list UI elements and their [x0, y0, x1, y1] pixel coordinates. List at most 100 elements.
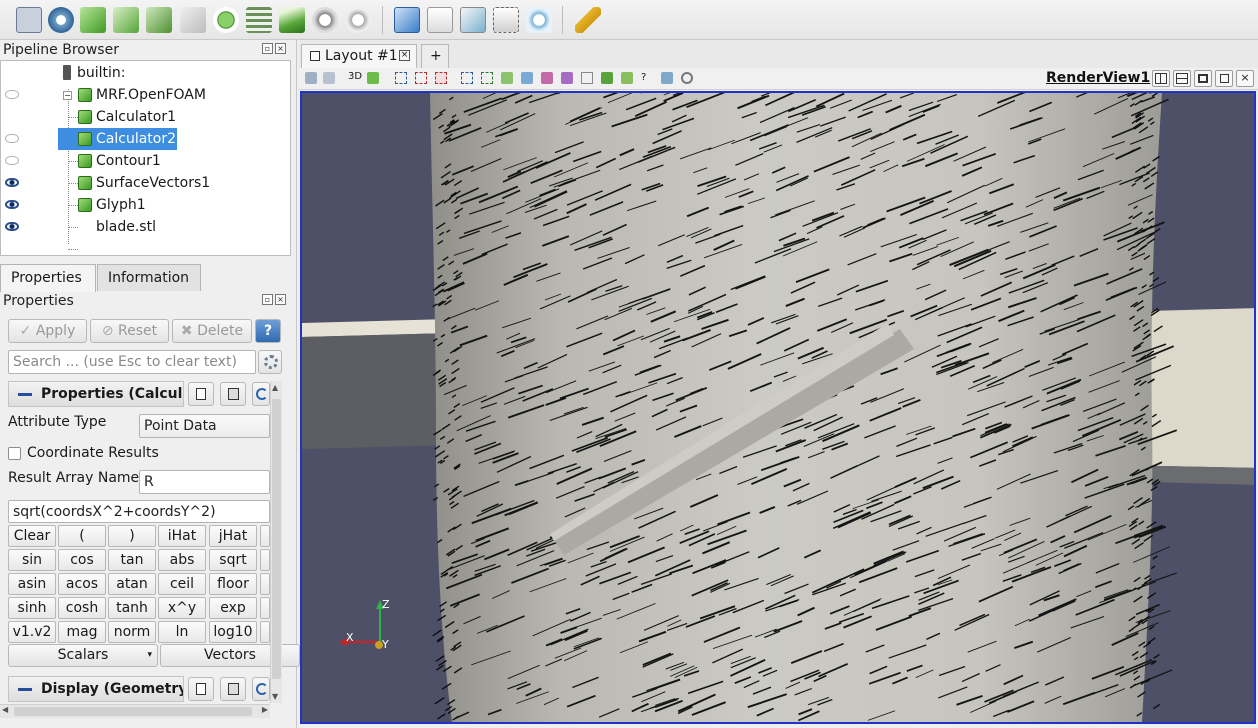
visibility-off-icon[interactable]: [5, 90, 19, 99]
render-view[interactable]: Z X Y: [300, 91, 1256, 724]
scroll-down-icon[interactable]: ▼: [272, 692, 278, 701]
scroll-thumb[interactable]: [272, 399, 281, 679]
paste-icon[interactable]: [220, 677, 246, 701]
tab-information[interactable]: Information: [97, 264, 201, 291]
restore-icon[interactable]: [1215, 70, 1233, 87]
keypad-button[interactable]: [260, 573, 270, 595]
select-cells-on-icon[interactable]: [395, 72, 407, 84]
keypad-button[interactable]: atan: [108, 573, 156, 595]
scalars-dropdown[interactable]: Scalars ▾: [8, 644, 158, 667]
keypad-button[interactable]: (: [58, 525, 106, 547]
keypad-button[interactable]: v1.v2: [8, 621, 56, 643]
display-section-header[interactable]: Display (Geometry: [8, 676, 184, 702]
render-view-label[interactable]: RenderView1: [1046, 70, 1150, 86]
result-array-input[interactable]: R: [139, 470, 270, 494]
keypad-button[interactable]: ): [108, 525, 156, 547]
copy-icon[interactable]: [188, 677, 214, 701]
slice-icon[interactable]: [113, 7, 139, 33]
select-block-icon[interactable]: [461, 72, 473, 84]
properties-vertical-scrollbar[interactable]: ▲ ▼: [270, 381, 282, 703]
refresh-icon[interactable]: [252, 677, 270, 701]
copy-icon[interactable]: [188, 382, 214, 406]
keypad-button[interactable]: mag: [58, 621, 106, 643]
keypad-button[interactable]: iHat: [158, 525, 206, 547]
zoom-to-data-icon[interactable]: [323, 72, 335, 84]
maximize-icon[interactable]: [1194, 70, 1212, 87]
properties-horizontal-scrollbar[interactable]: ◀ ▶: [0, 704, 270, 718]
keypad-button[interactable]: cosh: [58, 597, 106, 619]
keypad-button[interactable]: [260, 621, 270, 643]
search-input[interactable]: Search ... (use Esc to clear text): [8, 350, 256, 374]
float-icon[interactable]: ▫: [262, 43, 273, 54]
gear-icon[interactable]: [258, 350, 282, 374]
delete-button[interactable]: ✖ Delete: [172, 319, 252, 343]
find-data-icon[interactable]: [661, 72, 673, 84]
extract-subset-icon[interactable]: [180, 7, 206, 33]
probe-icon[interactable]: [493, 7, 519, 33]
histogram-icon[interactable]: [427, 7, 453, 33]
keypad-button[interactable]: sqrt: [209, 549, 257, 571]
visibility-off-icon[interactable]: [5, 134, 19, 143]
pipeline-item-mrf-openfoam[interactable]: − MRF.OpenFOAM: [1, 84, 290, 106]
paste-icon[interactable]: [220, 382, 246, 406]
keypad-button[interactable]: exp: [209, 597, 257, 619]
select-points-through-icon[interactable]: [601, 72, 613, 84]
keypad-button[interactable]: tanh: [108, 597, 156, 619]
visibility-off-icon[interactable]: [5, 156, 19, 165]
keypad-button[interactable]: abs: [158, 549, 206, 571]
contour-icon[interactable]: [48, 7, 74, 33]
keypad-button[interactable]: tan: [108, 549, 156, 571]
reset-button[interactable]: ⊘ Reset: [90, 319, 169, 343]
visibility-on-icon[interactable]: [5, 200, 19, 209]
hover-points-icon[interactable]: [501, 72, 513, 84]
visibility-on-icon[interactable]: [5, 222, 19, 231]
keypad-button[interactable]: norm: [108, 621, 156, 643]
group-datasets-icon[interactable]: [312, 7, 338, 33]
collapse-icon[interactable]: −: [63, 91, 72, 100]
close-icon[interactable]: ×: [275, 43, 286, 54]
keypad-button[interactable]: ln: [158, 621, 206, 643]
refresh-icon[interactable]: [252, 382, 270, 406]
keypad-button[interactable]: sin: [8, 549, 56, 571]
clip-icon[interactable]: [80, 7, 106, 33]
pipeline-item-glyph1[interactable]: Glyph1: [1, 194, 290, 216]
glyph-icon[interactable]: [213, 7, 239, 33]
plot-over-line-icon[interactable]: [460, 7, 486, 33]
split-vertical-icon[interactable]: [1173, 70, 1191, 87]
scroll-up-icon[interactable]: ▲: [272, 383, 278, 392]
keypad-button[interactable]: sinh: [8, 597, 56, 619]
render-scene[interactable]: Z X Y: [302, 93, 1254, 722]
scroll-right-icon[interactable]: ▶: [262, 705, 268, 714]
attribute-type-select[interactable]: Point Data: [139, 414, 270, 438]
pipeline-item-surfacevectors1[interactable]: SurfaceVectors1: [1, 172, 290, 194]
shrink-selection-icon[interactable]: [561, 72, 573, 84]
add-layout-button[interactable]: +: [421, 44, 449, 68]
keypad-button[interactable]: x^y: [158, 597, 206, 619]
camera-icon[interactable]: [367, 72, 379, 84]
help-button[interactable]: ?: [255, 319, 281, 343]
pipeline-item-builtin[interactable]: builtin:: [1, 62, 290, 84]
pipeline-item-blade-stl[interactable]: blade.stl: [1, 216, 290, 238]
edit-selection-icon[interactable]: [581, 72, 593, 84]
select-cells-icon[interactable]: [394, 7, 420, 33]
query-icon[interactable]: ?: [641, 72, 653, 84]
extract-level-icon[interactable]: [345, 7, 371, 33]
visibility-on-icon[interactable]: [5, 178, 19, 187]
keypad-button[interactable]: jHat: [209, 525, 257, 547]
close-icon[interactable]: ×: [399, 50, 410, 61]
pipeline-item-contour1[interactable]: Contour1: [1, 150, 290, 172]
grow-selection-icon[interactable]: [541, 72, 553, 84]
coordinate-results-checkbox[interactable]: [8, 447, 21, 460]
hover-cells-icon[interactable]: [521, 72, 533, 84]
keypad-button[interactable]: [260, 525, 270, 547]
pipeline-item-calculator2[interactable]: Calculator2: [1, 128, 290, 150]
threshold-icon[interactable]: [146, 7, 172, 33]
expression-input[interactable]: sqrt(coordsX^2+coordsY^2): [8, 500, 270, 523]
reset-camera-icon[interactable]: [305, 72, 317, 84]
keypad-button[interactable]: asin: [8, 573, 56, 595]
select-frustum-icon[interactable]: [435, 72, 447, 84]
warp-by-vector-icon[interactable]: [279, 7, 305, 33]
clear-selection-icon[interactable]: [681, 72, 693, 84]
scroll-thumb[interactable]: [14, 707, 252, 716]
tab-properties[interactable]: Properties: [0, 264, 96, 292]
